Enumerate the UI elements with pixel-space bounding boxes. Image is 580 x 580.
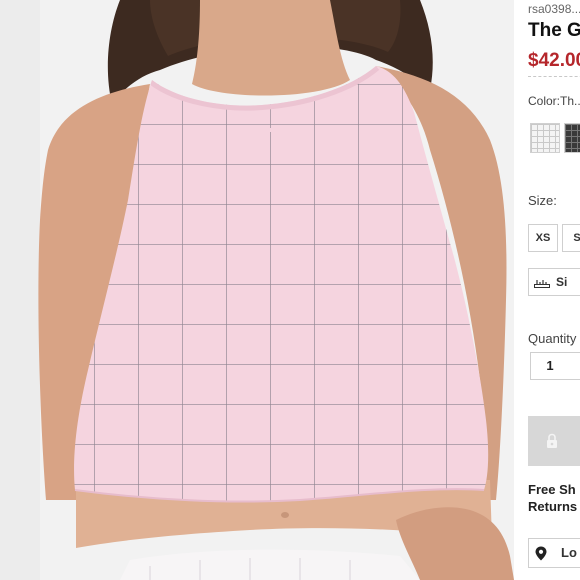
shipping-line-1: Free Sh [528, 482, 576, 497]
size-label: Size: [528, 193, 557, 208]
shipping-line-2: Returns [528, 499, 578, 514]
product-title: The G... [528, 20, 580, 41]
locate-label: Lo [561, 545, 577, 560]
locate-in-store-button[interactable]: Lo [528, 538, 580, 568]
map-pin-icon [535, 546, 547, 561]
color-swatch-white-grid[interactable] [530, 123, 560, 153]
color-selected-name: Th... [560, 94, 580, 108]
color-swatch-black-grid[interactable] [564, 123, 580, 153]
color-label-row: Color:Th... [528, 94, 580, 108]
size-chart-label: Si [556, 275, 568, 289]
add-to-bag-button[interactable] [528, 416, 580, 466]
size-chart-button[interactable]: Si [528, 268, 580, 296]
shipping-info: Free Sh Returns [528, 481, 577, 515]
color-label: Color: [528, 94, 561, 108]
quantity-label: Quantity [528, 331, 577, 346]
product-photo [0, 0, 514, 580]
product-info-panel: rsa0398... The G... $42.00 Color:Th... S… [514, 0, 580, 580]
quantity-input[interactable]: 1 [530, 352, 580, 380]
size-option-s[interactable]: S [562, 224, 580, 252]
price-divider [528, 76, 580, 77]
product-sku: rsa0398... [528, 2, 580, 16]
lock-icon [547, 433, 557, 448]
ruler-icon [534, 279, 550, 288]
product-price: $42.00 [528, 50, 580, 71]
size-option-xs[interactable]: XS [528, 224, 558, 252]
product-image [0, 0, 514, 580]
